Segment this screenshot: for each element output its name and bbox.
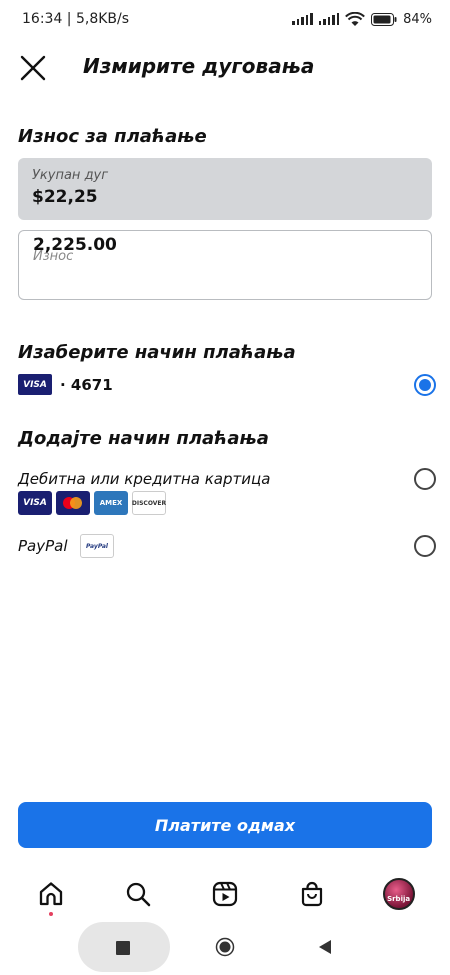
page-title: Измирите дуговања	[83, 54, 315, 78]
total-debt-value: $22,25	[32, 187, 98, 207]
nav-home[interactable]	[27, 872, 75, 916]
signal-icon-2	[318, 13, 340, 25]
back-icon	[319, 940, 331, 954]
nav-profile[interactable]: Srbija	[375, 872, 423, 916]
signal-icon	[292, 13, 313, 25]
status-time: 16:34 | 5,8KB/s	[22, 11, 130, 27]
home-circle-icon	[215, 937, 235, 957]
discover-icon: DISCOVER	[132, 491, 166, 515]
saved-card-radio[interactable]	[414, 374, 436, 396]
shop-icon	[301, 881, 322, 907]
close-icon	[20, 55, 46, 81]
nav-search[interactable]	[114, 872, 162, 916]
card-option-label[interactable]: Дебитна или кредитна картица	[18, 470, 270, 488]
visa-icon: VISA	[18, 491, 52, 515]
reels-icon	[212, 881, 238, 907]
amount-section-title: Износ за плаћање	[18, 126, 207, 147]
recents-icon	[116, 941, 130, 955]
nav-reels[interactable]	[201, 872, 249, 916]
profile-avatar-text: Srbija	[387, 895, 411, 903]
amex-icon: AMEX	[94, 491, 128, 515]
nav-shop[interactable]	[288, 872, 336, 916]
pay-now-button[interactable]: Платите одмах	[18, 802, 432, 848]
card-logos: VISA AMEX DISCOVER	[18, 491, 166, 515]
bottom-nav: Srbija	[0, 868, 450, 920]
paypal-icon: PayPal	[80, 534, 114, 558]
close-button[interactable]	[18, 53, 48, 83]
home-icon	[40, 882, 63, 906]
total-debt-box: Укупан дуг $22,25	[18, 158, 432, 220]
method-section-title: Изаберите начин плаћања	[18, 342, 296, 363]
recents-button[interactable]	[116, 940, 130, 959]
system-back-button[interactable]	[317, 939, 333, 959]
card-number: · 4671	[60, 375, 113, 394]
system-home-button[interactable]	[215, 937, 235, 961]
system-nav-bar	[0, 920, 450, 975]
paypal-option-radio[interactable]	[414, 535, 436, 557]
add-method-section-title: Додајте начин плаћања	[18, 428, 269, 449]
paypal-option-label[interactable]: PayPal	[18, 537, 68, 555]
profile-avatar: Srbija	[382, 878, 415, 910]
notification-dot	[49, 912, 54, 916]
status-icons: 84%	[292, 11, 432, 27]
mastercard-icon	[56, 491, 90, 515]
amount-input[interactable]: 2,225.00 Износ	[18, 230, 432, 300]
status-bar: 16:34 | 5,8KB/s 84%	[0, 0, 450, 38]
header: Измирите дуговања	[0, 44, 450, 92]
card-option-radio[interactable]	[414, 468, 436, 490]
visa-logo: VISA	[18, 374, 52, 395]
saved-card-row[interactable]: VISA · 4671	[18, 374, 438, 395]
search-icon	[127, 882, 151, 907]
wifi-icon	[345, 11, 366, 26]
total-debt-label: Укупан дуг	[32, 168, 109, 183]
battery-percent: 84%	[403, 11, 432, 27]
battery-icon	[371, 12, 397, 26]
